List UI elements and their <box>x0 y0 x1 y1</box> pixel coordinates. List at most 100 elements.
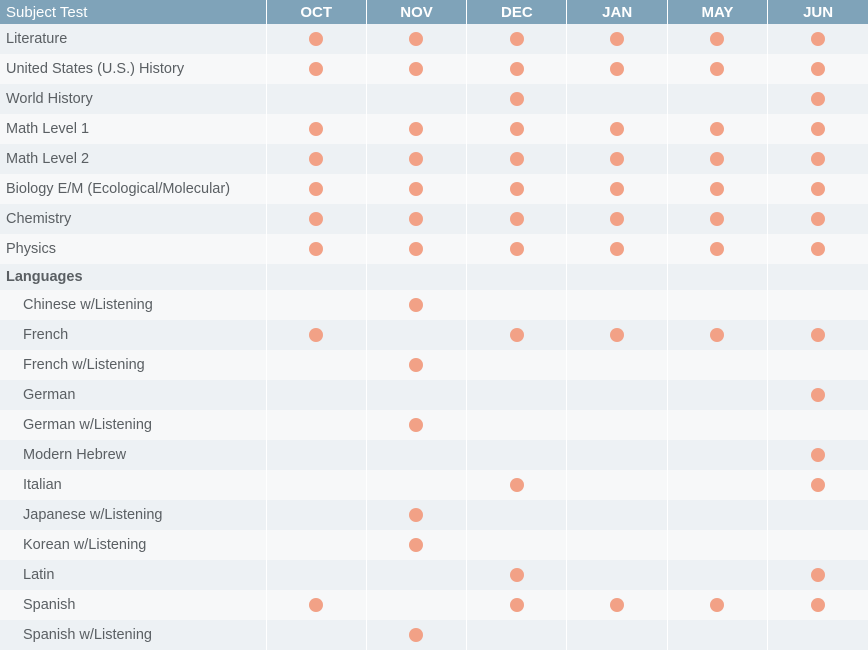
table-row: Physics <box>0 234 868 264</box>
availability-cell-dec <box>466 410 568 440</box>
availability-cell-oct <box>266 440 367 470</box>
availability-dot-icon <box>811 211 826 226</box>
availability-cell-jan <box>566 500 668 530</box>
availability-dot-icon <box>710 121 725 136</box>
availability-cell-may <box>667 84 769 114</box>
availability-cell-jan <box>566 320 668 350</box>
availability-dot-icon <box>610 597 625 612</box>
subject-name: United States (U.S.) History <box>0 54 267 84</box>
availability-cell-jan <box>566 54 668 84</box>
availability-cell-may <box>667 290 769 320</box>
availability-cell-oct <box>266 84 367 114</box>
availability-cell-nov <box>366 470 468 500</box>
availability-cell-oct <box>266 530 367 560</box>
availability-dot-icon <box>409 507 424 522</box>
availability-dot-icon <box>811 181 826 196</box>
availability-cell-nov <box>366 290 468 320</box>
availability-dot-icon <box>710 31 725 46</box>
subject-name: Math Level 1 <box>0 114 267 144</box>
availability-dot-icon <box>309 597 324 612</box>
availability-cell-nov <box>366 320 468 350</box>
availability-dot-icon <box>509 327 524 342</box>
availability-dot-icon <box>409 537 424 552</box>
availability-cell-oct <box>266 500 367 530</box>
availability-cell-oct <box>266 380 367 410</box>
availability-cell-oct <box>266 560 367 590</box>
availability-cell-jun <box>767 114 868 144</box>
availability-dot-icon <box>811 91 826 106</box>
availability-cell-jun <box>767 530 868 560</box>
availability-cell-jun <box>767 440 868 470</box>
availability-cell-jan <box>566 560 668 590</box>
availability-dot-icon <box>610 61 625 76</box>
availability-dot-icon <box>309 241 324 256</box>
availability-dot-icon <box>610 31 625 46</box>
subject-name: Biology E/M (Ecological/Molecular) <box>0 174 267 204</box>
availability-dot-icon <box>309 327 324 342</box>
availability-dot-icon <box>610 211 625 226</box>
column-header-nov: NOV <box>366 0 468 24</box>
subject-name: Latin <box>0 560 267 590</box>
table-row: Spanish <box>0 590 868 620</box>
subject-name: German <box>0 380 267 410</box>
availability-cell-dec <box>466 560 568 590</box>
availability-dot-icon <box>309 151 324 166</box>
availability-cell-nov <box>366 620 468 650</box>
availability-cell-may <box>667 320 769 350</box>
availability-cell-may <box>667 204 769 234</box>
availability-cell-oct <box>266 204 367 234</box>
availability-cell-nov <box>366 500 468 530</box>
table-row: German <box>0 380 868 410</box>
availability-dot-icon <box>509 211 524 226</box>
subject-name: Physics <box>0 234 267 264</box>
group-label: Languages <box>0 264 267 290</box>
availability-cell-jan <box>566 470 668 500</box>
table-row: Japanese w/Listening <box>0 500 868 530</box>
table-row: Chemistry <box>0 204 868 234</box>
availability-dot-icon <box>811 327 826 342</box>
availability-cell-oct <box>266 144 367 174</box>
availability-cell-jan <box>566 530 668 560</box>
availability-cell-nov <box>366 84 468 114</box>
availability-cell-may <box>667 500 769 530</box>
availability-dot-icon <box>811 567 826 582</box>
availability-cell-jun <box>767 54 868 84</box>
availability-dot-icon <box>811 387 826 402</box>
availability-dot-icon <box>509 91 524 106</box>
availability-dot-icon <box>309 181 324 196</box>
table-row: World History <box>0 84 868 114</box>
availability-cell-oct <box>266 350 367 380</box>
availability-cell-dec <box>466 320 568 350</box>
availability-dot-icon <box>811 597 826 612</box>
subject-name: French <box>0 320 267 350</box>
subject-name: Chinese w/Listening <box>0 290 267 320</box>
availability-dot-icon <box>409 211 424 226</box>
availability-cell-may <box>667 560 769 590</box>
availability-cell-dec <box>466 350 568 380</box>
availability-dot-icon <box>811 447 826 462</box>
availability-cell-jan <box>566 590 668 620</box>
availability-cell-dec <box>466 530 568 560</box>
availability-cell-jun <box>767 264 868 290</box>
availability-dot-icon <box>509 181 524 196</box>
availability-cell-dec <box>466 590 568 620</box>
availability-dot-icon <box>710 597 725 612</box>
availability-dot-icon <box>309 211 324 226</box>
subject-name: Italian <box>0 470 267 500</box>
availability-cell-nov <box>366 560 468 590</box>
availability-cell-oct <box>266 54 367 84</box>
column-header-may: MAY <box>667 0 769 24</box>
subject-name: Korean w/Listening <box>0 530 267 560</box>
availability-cell-dec <box>466 204 568 234</box>
availability-cell-dec <box>466 290 568 320</box>
subject-name: French w/Listening <box>0 350 267 380</box>
availability-cell-may <box>667 174 769 204</box>
availability-dot-icon <box>509 477 524 492</box>
availability-dot-icon <box>409 357 424 372</box>
table-header: Subject Test OCT NOV DEC JAN MAY JUN <box>0 0 868 24</box>
availability-cell-may <box>667 234 769 264</box>
availability-cell-jan <box>566 440 668 470</box>
availability-dot-icon <box>409 627 424 642</box>
availability-cell-may <box>667 440 769 470</box>
availability-cell-may <box>667 380 769 410</box>
